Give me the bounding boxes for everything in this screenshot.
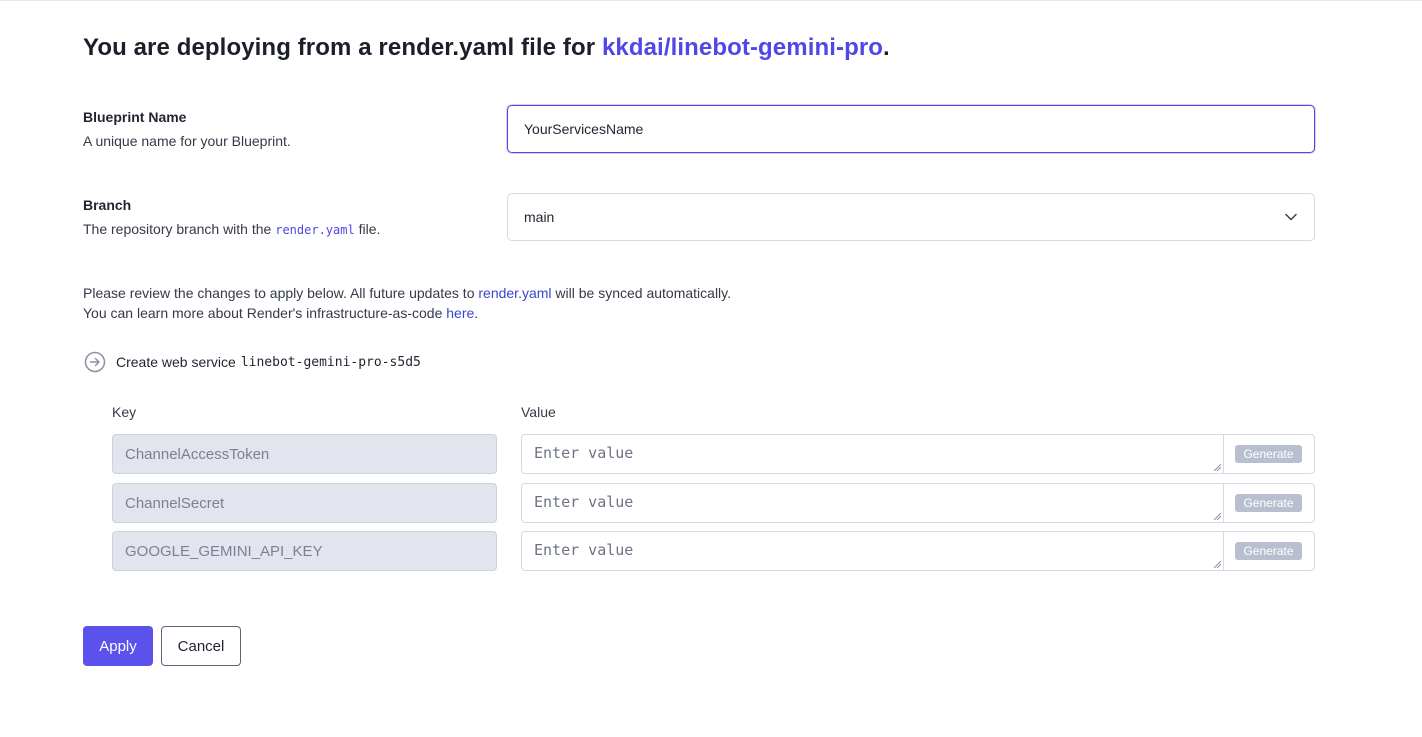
env-key-field: ChannelAccessToken	[112, 434, 497, 474]
info-line-1: Please review the changes to apply below…	[83, 285, 732, 301]
service-name: linebot-gemini-pro-s5d5	[240, 354, 421, 370]
render-yaml-code: render.yaml	[275, 223, 355, 237]
here-link[interactable]: here	[446, 305, 474, 321]
resize-handle-icon[interactable]	[1214, 513, 1221, 520]
blueprint-name-input[interactable]: YourServicesName	[507, 105, 1315, 153]
value-divider	[1223, 532, 1224, 570]
branch-select[interactable]: main	[507, 193, 1315, 241]
generate-button[interactable]: Generate	[1235, 494, 1302, 512]
review-info-text: Please review the changes to apply below…	[83, 283, 731, 323]
env-key-field: GOOGLE_GEMINI_API_KEY	[112, 531, 497, 571]
cancel-button[interactable]: Cancel	[161, 626, 241, 666]
resize-handle-icon[interactable]	[1214, 561, 1221, 568]
value-divider	[1223, 435, 1224, 473]
env-value-field[interactable]: Enter value Generate	[521, 434, 1315, 474]
generate-button[interactable]: Generate	[1235, 445, 1302, 463]
chevron-down-icon	[1284, 210, 1298, 224]
apply-button[interactable]: Apply	[83, 626, 153, 666]
service-action-text: Create web service	[116, 354, 236, 370]
env-key-field: ChannelSecret	[112, 483, 497, 523]
top-divider	[0, 0, 1422, 1]
info-line-2: You can learn more about Render's infras…	[83, 305, 479, 321]
branch-selected-value: main	[524, 209, 555, 225]
value-divider	[1223, 484, 1224, 522]
resize-handle-icon[interactable]	[1214, 464, 1221, 471]
env-value-placeholder: Enter value	[534, 541, 634, 559]
env-value-field[interactable]: Enter value Generate	[521, 483, 1315, 523]
value-column-header: Value	[521, 404, 556, 420]
generate-button[interactable]: Generate	[1235, 542, 1302, 560]
render-yaml-link[interactable]: render.yaml	[478, 285, 551, 301]
env-value-field[interactable]: Enter value Generate	[521, 531, 1315, 571]
branch-description: The repository branch with the render.ya…	[83, 221, 381, 237]
blueprint-name-value: YourServicesName	[524, 121, 644, 137]
branch-label: Branch	[83, 197, 132, 213]
page-title: You are deploying from a render.yaml fil…	[83, 34, 890, 61]
create-web-service-row: Create web service linebot-gemini-pro-s5…	[83, 351, 421, 373]
blueprint-name-description: A unique name for your Blueprint.	[83, 133, 291, 149]
env-value-placeholder: Enter value	[534, 493, 634, 511]
env-value-placeholder: Enter value	[534, 444, 634, 462]
key-column-header: Key	[112, 404, 137, 420]
repo-link[interactable]: kkdai/linebot-gemini-pro	[602, 34, 883, 61]
blueprint-name-label: Blueprint Name	[83, 109, 187, 125]
arrow-right-circle-icon	[84, 351, 106, 373]
